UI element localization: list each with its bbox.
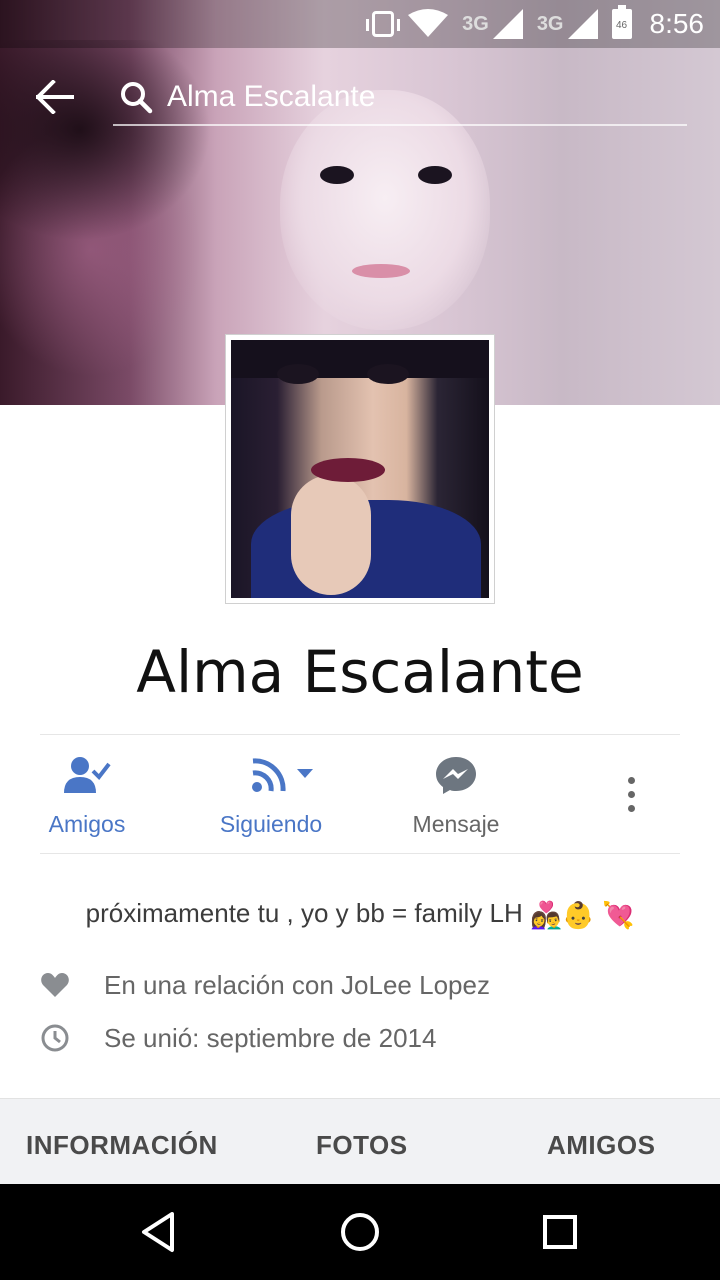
profile-tabs: INFORMACIÓN FOTOS AMIGOS — [0, 1098, 720, 1184]
tab-photos[interactable]: FOTOS — [316, 1099, 408, 1185]
profile-name: Alma Escalante — [136, 638, 584, 706]
arrow-left-icon[interactable] — [35, 79, 76, 115]
vibrate-icon — [366, 11, 401, 37]
profile-picture-image — [231, 340, 489, 598]
profile-bio: próximamente tu , yo y bb = family LH 👩‍… — [0, 898, 720, 931]
wifi-icon — [408, 9, 449, 39]
signal-icon: 3G — [537, 9, 598, 39]
friends-label: Amigos — [48, 811, 126, 837]
bio-emojis: 👩‍❤️‍👨👶 💘 — [530, 899, 635, 930]
joined-row: Se unió: septiembre de 2014 — [40, 1018, 436, 1058]
heart-icon — [40, 970, 70, 1000]
message-label: Mensaje — [412, 811, 500, 837]
cover-photo-face — [280, 90, 490, 330]
cover-photo-mouth — [352, 264, 410, 278]
friend-check-icon — [63, 755, 111, 795]
navigation-bar — [0, 1184, 720, 1280]
network-type: 3G — [536, 12, 564, 35]
tab-friends[interactable]: AMIGOS — [547, 1099, 655, 1185]
cover-photo-eye — [320, 166, 354, 184]
network-type: 3G — [462, 12, 489, 35]
joined-text: Se unió: septiembre de 2014 — [104, 1022, 437, 1053]
cover-photo-eye — [418, 166, 452, 184]
clock: 8:56 — [649, 8, 705, 39]
battery-icon: 46 — [611, 5, 632, 39]
battery-level: 46 — [611, 5, 632, 39]
search-icon — [119, 80, 153, 114]
tab-info[interactable]: INFORMACIÓN — [26, 1099, 218, 1185]
following-button[interactable]: Siguiendo — [210, 735, 332, 855]
signal-icon: 3G — [462, 9, 523, 39]
profile-action-bar: Amigos Siguiendo Mensaje — [40, 734, 680, 854]
status-bar: 3G 3G 46 8:56 — [0, 0, 720, 48]
profile-picture[interactable] — [225, 334, 495, 604]
following-label: Siguiendo — [219, 811, 323, 837]
clock-icon — [40, 1023, 70, 1053]
nav-recents-icon[interactable] — [536, 1208, 584, 1256]
rss-dropdown-icon — [247, 755, 313, 795]
search-query: Alma Escalante — [167, 80, 376, 113]
relationship-row[interactable]: En una relación con JoLee Lopez — [40, 965, 490, 1005]
messenger-icon — [432, 755, 480, 795]
bio-text: próximamente tu , yo y bb = family LH — [85, 898, 523, 928]
search-input[interactable]: Alma Escalante — [113, 70, 687, 126]
relationship-text: En una relación con JoLee Lopez — [104, 969, 490, 1000]
more-vertical-icon[interactable] — [612, 735, 652, 855]
friends-button[interactable]: Amigos — [40, 735, 134, 855]
nav-back-icon[interactable] — [136, 1208, 184, 1256]
message-button[interactable]: Mensaje — [406, 735, 506, 855]
nav-home-icon[interactable] — [336, 1208, 384, 1256]
